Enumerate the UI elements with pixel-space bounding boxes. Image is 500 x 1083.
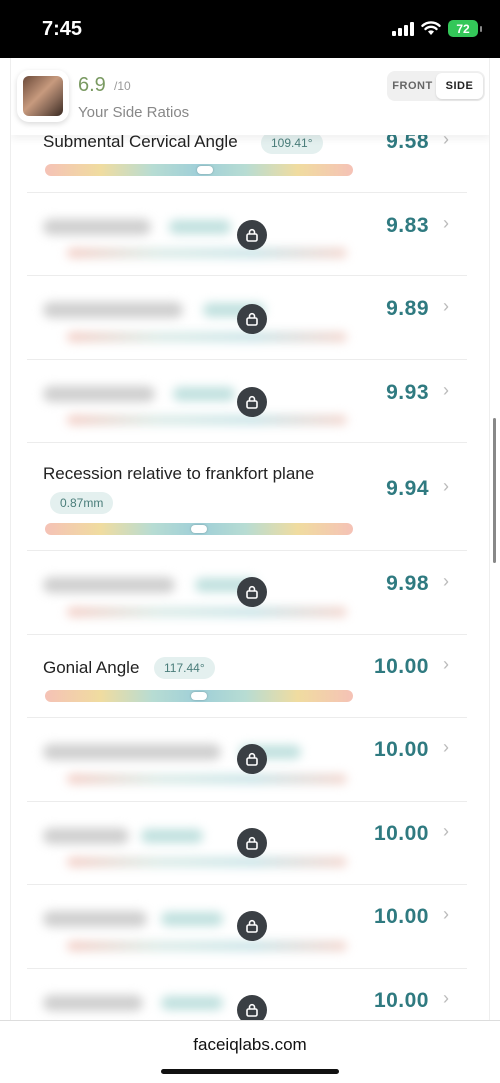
chevron-right-icon: ›	[443, 213, 449, 233]
overall-score: 6.9	[78, 74, 106, 96]
ratio-score: 10.00	[373, 655, 429, 678]
ratio-score: 9.83	[386, 214, 429, 237]
ratio-name: Submental Cervical Angle	[43, 132, 238, 151]
ratio-name: Gonial Angle	[43, 658, 140, 677]
locked-ratio-row[interactable]: 10.00 ›	[27, 718, 467, 802]
status-icons: 72	[392, 20, 482, 37]
chevron-right-icon: ›	[443, 654, 449, 674]
chevron-right-icon: ›	[443, 904, 449, 924]
ratio-score: 10.00	[373, 905, 429, 928]
ratios-header: 6.9 /10 Your Side Ratios FRONT SIDE	[11, 58, 489, 135]
locked-ratio-row[interactable]: 9.98 ›	[27, 551, 467, 635]
blurred-ratio-name	[43, 744, 221, 760]
blurred-range-bar	[67, 415, 347, 425]
chevron-right-icon: ›	[443, 821, 449, 841]
chevron-right-icon: ›	[443, 476, 449, 496]
ratio-score: 9.94	[386, 477, 429, 500]
measurement-badge: 0.87mm	[50, 492, 114, 514]
ratio-score: 10.00	[373, 822, 429, 845]
blurred-ratio-name	[43, 386, 155, 402]
locked-ratio-row[interactable]: 10.00 ›	[27, 885, 467, 969]
chevron-right-icon: ›	[443, 380, 449, 400]
blurred-range-bar	[67, 332, 347, 342]
url-text[interactable]: faceiqlabs.com	[0, 1035, 500, 1055]
home-indicator	[161, 1069, 339, 1074]
ratio-score: 9.93	[386, 381, 429, 404]
ratio-score: 9.98	[386, 572, 429, 595]
ratio-row[interactable]: Gonial Angle 117.44° 10.00 ›	[27, 635, 467, 718]
blurred-measurement-badge	[141, 829, 203, 843]
ratio-marker	[197, 166, 214, 174]
blurred-ratio-name	[43, 577, 175, 593]
overall-score-max: /10	[114, 79, 131, 93]
lock-icon[interactable]	[237, 220, 267, 250]
blurred-measurement-badge	[169, 220, 231, 234]
lock-icon[interactable]	[237, 828, 267, 858]
chevron-right-icon: ›	[443, 296, 449, 316]
cellular-signal-icon	[392, 21, 414, 36]
tab-side[interactable]: SIDE	[436, 73, 483, 99]
measurement-badge: 117.44°	[154, 657, 215, 679]
chevron-right-icon: ›	[443, 988, 449, 1008]
measurement-badge: 109.41°	[261, 132, 323, 154]
chevron-right-icon: ›	[443, 737, 449, 757]
blurred-range-bar	[67, 774, 347, 784]
locked-ratio-row[interactable]: 10.00 ›	[27, 969, 467, 1020]
lock-icon[interactable]	[237, 577, 267, 607]
avatar	[23, 76, 63, 116]
locked-ratio-row[interactable]: 9.93 ›	[27, 360, 467, 443]
ratios-page: 6.9 /10 Your Side Ratios FRONT SIDE Subm…	[10, 58, 490, 1020]
lock-icon[interactable]	[237, 744, 267, 774]
ratio-name: Recession relative to frankfort plane	[43, 464, 315, 483]
lock-icon[interactable]	[237, 387, 267, 417]
tab-front[interactable]: FRONT	[389, 73, 436, 99]
ratio-row[interactable]: Recession relative to frankfort plane 0.…	[27, 443, 467, 551]
scrollbar[interactable]	[493, 418, 496, 563]
blurred-range-bar	[67, 607, 347, 617]
header-subtitle: Your Side Ratios	[78, 104, 190, 121]
blurred-ratio-name	[43, 911, 147, 927]
blurred-range-bar	[67, 248, 347, 258]
locked-ratio-row[interactable]: 9.89 ›	[27, 276, 467, 360]
blurred-measurement-badge	[173, 387, 235, 401]
blurred-ratio-name	[43, 828, 129, 844]
locked-ratio-row[interactable]: 10.00 ›	[27, 802, 467, 885]
blurred-measurement-badge	[161, 912, 223, 926]
blurred-range-bar	[67, 857, 347, 867]
ratio-marker	[191, 525, 207, 533]
front-side-toggle: FRONT SIDE	[387, 71, 485, 101]
ratio-range-bar	[45, 164, 353, 176]
ratio-range-bar	[45, 523, 353, 535]
battery-icon: 72	[448, 20, 482, 37]
status-bar: 7:45 72	[0, 0, 500, 58]
blurred-ratio-name	[43, 995, 143, 1011]
browser-url-bar[interactable]: faceiqlabs.com	[0, 1020, 500, 1083]
wifi-icon	[421, 21, 441, 35]
blurred-ratio-name	[43, 302, 183, 318]
lock-icon[interactable]	[237, 911, 267, 941]
status-time: 7:45	[42, 18, 83, 40]
lock-icon[interactable]	[237, 304, 267, 334]
blurred-ratio-name	[43, 219, 151, 235]
ratio-range-bar	[45, 690, 353, 702]
ratio-score: 9.89	[386, 297, 429, 320]
chevron-right-icon: ›	[443, 571, 449, 591]
lock-icon[interactable]	[237, 995, 267, 1020]
blurred-measurement-badge	[161, 996, 223, 1010]
ratio-score: 10.00	[373, 989, 429, 1012]
ratio-marker	[191, 692, 207, 700]
locked-ratio-row[interactable]: 9.83 ›	[27, 193, 467, 276]
avatar-frame[interactable]	[17, 70, 69, 122]
ratio-score: 10.00	[373, 738, 429, 761]
blurred-range-bar	[67, 941, 347, 951]
